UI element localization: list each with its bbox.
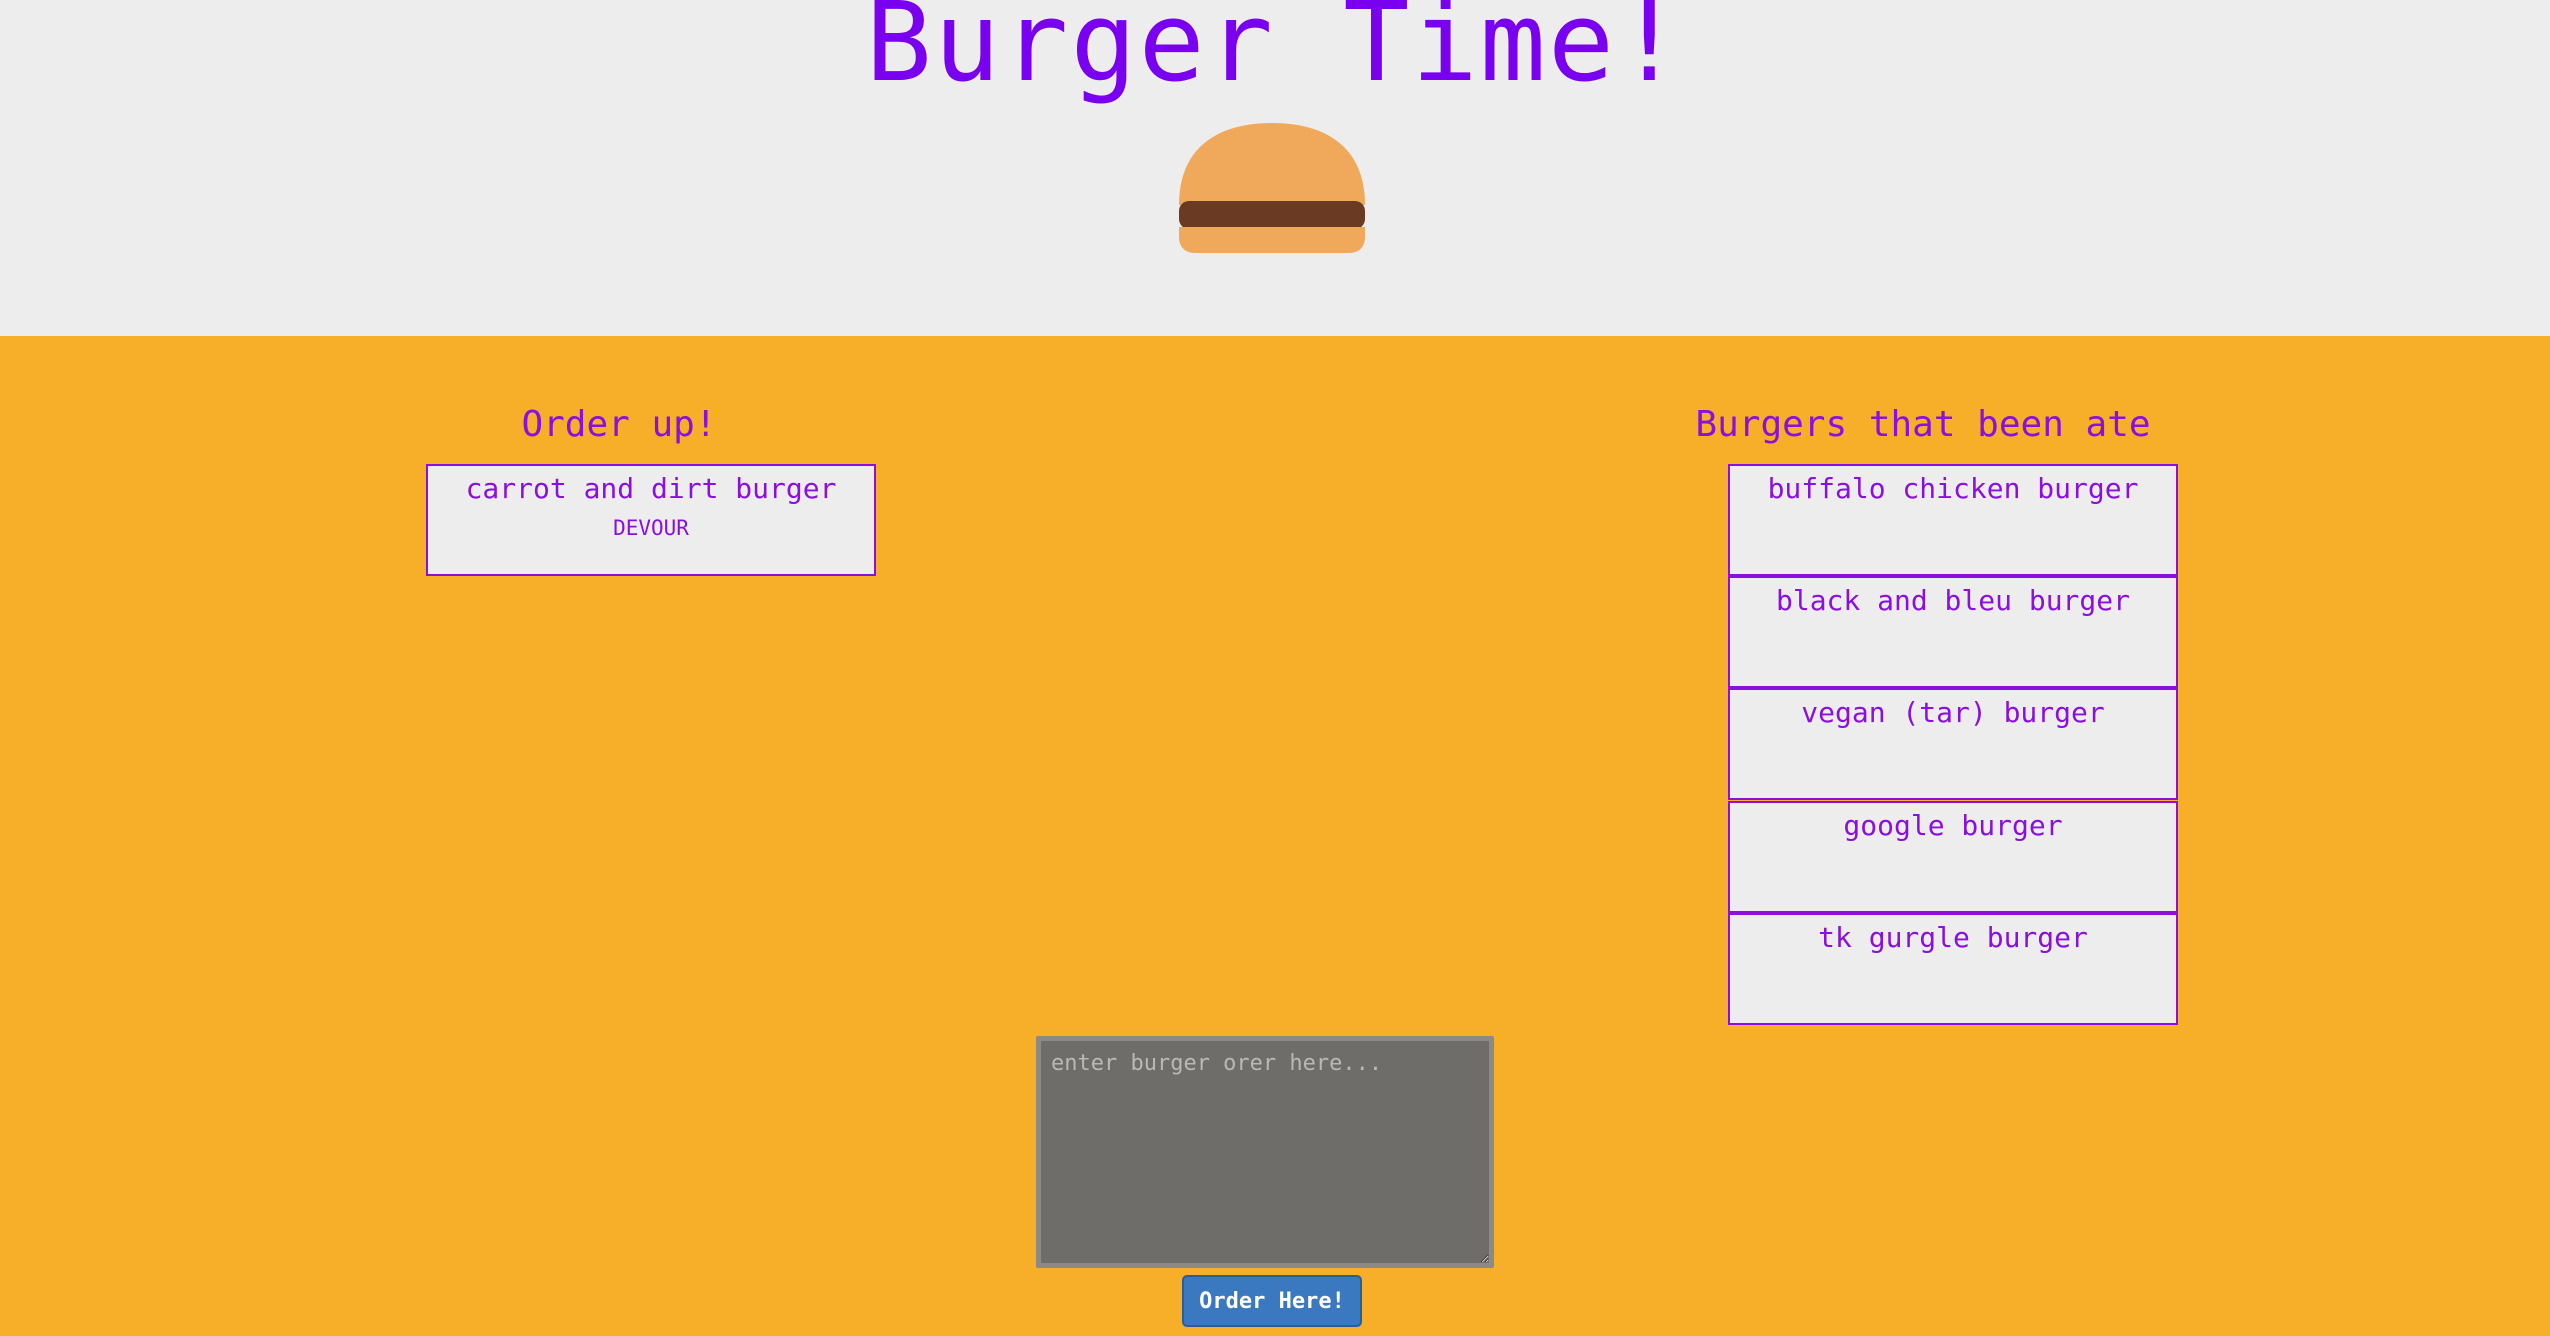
order-up-heading: Order up! [521,404,717,445]
page-title: Burger Time! [865,0,1685,106]
burger-order-input[interactable] [1036,1036,1494,1268]
list-item: vegan (tar) burger [1728,688,2178,800]
burger-name: tk gurgle burger [1818,921,2088,954]
eaten-heading: Burgers that been ate [1695,404,2151,445]
burger-name: vegan (tar) burger [1801,696,2105,729]
list-item: tk gurgle burger [1728,913,2178,1025]
list-item: buffalo chicken burger [1728,464,2178,576]
burger-name: black and bleu burger [1775,584,2130,617]
page-header: Burger Time! [0,0,2550,336]
burger-name: buffalo chicken burger [1767,472,2139,505]
burger-name: google burger [1843,809,2063,842]
list-item: google burger [1728,801,2178,913]
devour-button[interactable]: DEVOUR [607,515,695,541]
list-item: carrot and dirt burger DEVOUR [426,464,876,576]
burger-icon [1179,123,1365,253]
order-button[interactable]: Order Here! [1182,1275,1362,1327]
burger-name: carrot and dirt burger [465,472,837,505]
list-item: black and bleu burger [1728,576,2178,688]
